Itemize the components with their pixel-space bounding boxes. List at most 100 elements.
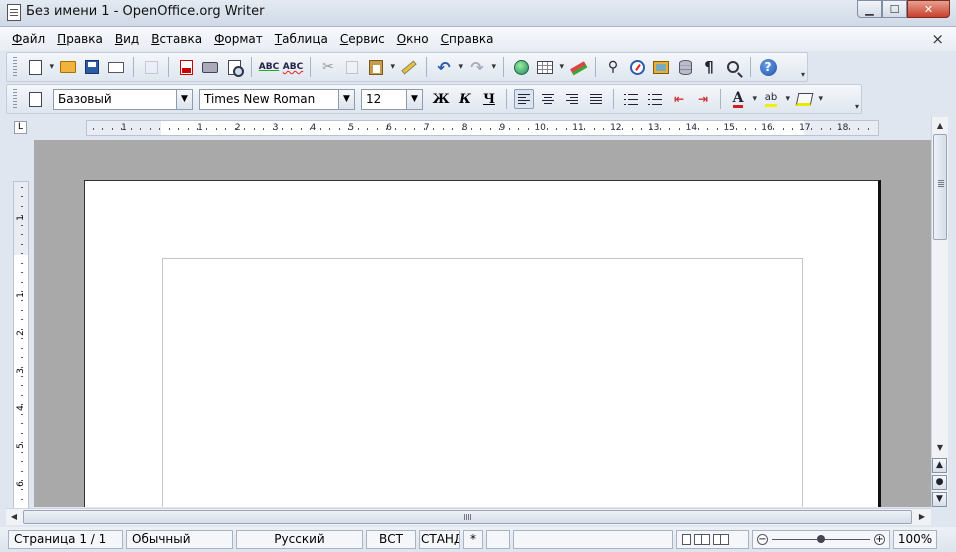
- autospellcheck-button[interactable]: ABC: [283, 57, 303, 77]
- toolbar-overflow-icon[interactable]: ▾: [801, 70, 805, 79]
- formatting-marks-button[interactable]: ¶: [699, 57, 719, 77]
- close-document-icon[interactable]: ×: [931, 30, 944, 48]
- scroll-left-icon[interactable]: ◀: [6, 509, 22, 525]
- find-replace-button[interactable]: ⚲: [603, 57, 623, 77]
- horizontal-ruler[interactable]: 1 1 2 3 4 5 6 7 8 9 10 11 12 13 14 15 16 17 18: [86, 120, 879, 136]
- help-button[interactable]: ?: [758, 57, 778, 77]
- ruler-tick: [858, 128, 860, 130]
- open-button[interactable]: [58, 57, 78, 77]
- navigator-button[interactable]: [627, 57, 647, 77]
- previous-page-button[interactable]: ▲: [932, 458, 947, 473]
- zoom-out-icon[interactable]: −: [757, 534, 768, 545]
- bullets-button[interactable]: [645, 89, 665, 109]
- zoom-slider[interactable]: − +: [752, 530, 890, 549]
- bold-button[interactable]: Ж: [430, 89, 452, 109]
- chevron-down-icon[interactable]: ▼: [176, 89, 192, 109]
- print-button[interactable]: [200, 57, 220, 77]
- zoom-percent-status[interactable]: 100%: [893, 530, 937, 549]
- paste-button[interactable]: [366, 57, 395, 77]
- undo-button[interactable]: ↶: [434, 57, 463, 77]
- save-button[interactable]: [82, 57, 102, 77]
- font-name-combo[interactable]: Times New Roman ▼: [199, 88, 355, 110]
- selection-mode-status[interactable]: СТАНД: [419, 530, 460, 549]
- increase-indent-icon: ⇥: [697, 92, 709, 106]
- ruler-tick: [21, 262, 23, 264]
- numbering-button[interactable]: [621, 89, 641, 109]
- font-size-combo[interactable]: 12 ▼: [361, 88, 423, 110]
- vertical-ruler[interactable]: 1123456: [13, 181, 29, 511]
- vertical-scrollbar[interactable]: ▲ ▼: [931, 117, 948, 507]
- menu-edit[interactable]: Правка: [51, 32, 109, 46]
- ruler-tick: [348, 128, 350, 130]
- paragraph-style-combo[interactable]: Базовый ▼: [53, 88, 193, 110]
- email-button[interactable]: [106, 57, 126, 77]
- edit-file-button[interactable]: [141, 57, 161, 77]
- new-document-button[interactable]: [25, 57, 54, 77]
- document-page[interactable]: [84, 180, 881, 507]
- print-preview-button[interactable]: [224, 57, 244, 77]
- zoom-button[interactable]: [723, 57, 743, 77]
- menu-format[interactable]: Формат: [208, 32, 269, 46]
- toolbar-grip[interactable]: [13, 57, 17, 77]
- scroll-down-icon[interactable]: ▼: [932, 439, 948, 456]
- underline-button[interactable]: Ч: [478, 89, 500, 109]
- redo-button[interactable]: ↷: [467, 57, 496, 77]
- menu-table[interactable]: Таблица: [269, 32, 334, 46]
- gallery-button[interactable]: [651, 57, 671, 77]
- page-style-status[interactable]: Обычный: [126, 530, 233, 549]
- text-area[interactable]: [162, 258, 803, 507]
- spellcheck-button[interactable]: ABC: [259, 57, 279, 77]
- copy-button[interactable]: [342, 57, 362, 77]
- menu-tools[interactable]: Сервис: [334, 32, 391, 46]
- insert-mode-status[interactable]: ВСТ: [366, 530, 416, 549]
- data-sources-button[interactable]: [675, 57, 695, 77]
- menu-help[interactable]: Справка: [435, 32, 500, 46]
- chevron-down-icon[interactable]: ▼: [406, 89, 422, 109]
- export-pdf-button[interactable]: [176, 57, 196, 77]
- hyperlink-button[interactable]: [511, 57, 531, 77]
- justify-button[interactable]: [586, 89, 606, 109]
- toolbar-overflow-icon[interactable]: ▾: [855, 102, 859, 111]
- horizontal-scrollbar[interactable]: ◀ ▶: [6, 508, 931, 525]
- draw-functions-button[interactable]: [568, 57, 588, 77]
- tab-type-selector[interactable]: L: [14, 121, 27, 134]
- increase-indent-button[interactable]: ⇥: [693, 89, 713, 109]
- align-left-button[interactable]: [514, 89, 534, 109]
- font-color-button[interactable]: A: [728, 89, 757, 109]
- scroll-up-icon[interactable]: ▲: [932, 117, 948, 134]
- single-page-view-icon[interactable]: [682, 534, 691, 545]
- table-button[interactable]: [535, 57, 564, 77]
- book-view-icon[interactable]: [713, 534, 729, 545]
- highlighting-button[interactable]: ab: [761, 89, 790, 109]
- close-window-button[interactable]: ✕: [907, 0, 950, 18]
- digital-signature-status[interactable]: [486, 530, 510, 549]
- next-page-button[interactable]: ▼: [932, 492, 947, 507]
- menu-insert[interactable]: Вставка: [145, 32, 208, 46]
- menu-view[interactable]: Вид: [109, 32, 145, 46]
- page-number-status[interactable]: Страница 1 / 1: [8, 530, 123, 549]
- zoom-track[interactable]: [772, 535, 870, 543]
- align-center-button[interactable]: [538, 89, 558, 109]
- navigation-button[interactable]: ●: [932, 475, 947, 490]
- italic-button[interactable]: К: [454, 89, 476, 109]
- language-status[interactable]: Русский: [236, 530, 363, 549]
- cut-button[interactable]: ✂: [318, 57, 338, 77]
- styles-formatting-button[interactable]: [25, 89, 45, 109]
- scroll-right-icon[interactable]: ▶: [914, 509, 930, 525]
- decrease-indent-button[interactable]: ⇤: [669, 89, 689, 109]
- maximize-button[interactable]: ☐: [882, 0, 907, 18]
- ruler-tick: [499, 128, 501, 130]
- vertical-scroll-thumb[interactable]: [933, 134, 947, 240]
- minimize-button[interactable]: ▁: [857, 0, 882, 18]
- clone-formatting-button[interactable]: [399, 57, 419, 77]
- align-right-button[interactable]: [562, 89, 582, 109]
- menu-file[interactable]: Файл: [6, 32, 51, 46]
- zoom-in-icon[interactable]: +: [874, 534, 885, 545]
- menu-window[interactable]: Окно: [391, 32, 435, 46]
- background-color-button[interactable]: [794, 89, 823, 109]
- horizontal-scroll-thumb[interactable]: [23, 510, 912, 524]
- chevron-down-icon[interactable]: ▼: [338, 89, 354, 109]
- zoom-slider-knob[interactable]: [817, 535, 825, 543]
- toolbar-grip[interactable]: [13, 89, 17, 109]
- multi-page-view-icon[interactable]: [694, 534, 710, 545]
